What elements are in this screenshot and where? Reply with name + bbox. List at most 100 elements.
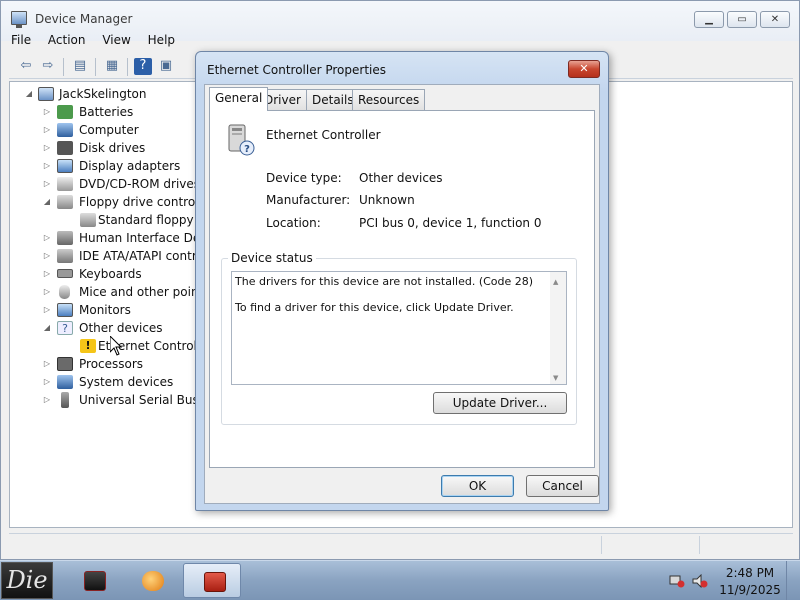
tree-root[interactable]: ◢ JackSkelington — [24, 86, 224, 104]
device-name: Ethernet Controller — [266, 128, 381, 142]
status-divider — [601, 536, 602, 554]
minimize-button[interactable]: ▁ — [694, 11, 724, 28]
collapsed-arrow-icon[interactable]: ▷ — [42, 303, 52, 317]
expanded-arrow-icon[interactable]: ◢ — [42, 321, 52, 335]
show-hide-tree-icon[interactable]: ▤ — [71, 58, 89, 75]
tree-item-hid[interactable]: ▷ Human Interface Devices — [42, 230, 196, 248]
floppy-controller-icon — [57, 195, 73, 209]
status-line: To find a driver for this device, click … — [235, 301, 514, 314]
start-button[interactable]: Die — [1, 562, 53, 599]
tree-item-floppy-disk-controller[interactable]: Standard floppy disk controller — [80, 212, 196, 230]
toolbar-separator — [63, 58, 64, 76]
dialog-close-button[interactable]: ✕ — [568, 60, 600, 78]
expanded-arrow-icon[interactable]: ◢ — [42, 195, 52, 209]
collapsed-arrow-icon[interactable]: ▷ — [42, 357, 52, 371]
tree-item-label: Display adapters — [79, 159, 181, 173]
toolbar-separator — [95, 58, 96, 76]
mouse-cursor-icon — [110, 336, 122, 356]
tree-item-label: Processors — [79, 357, 144, 371]
tree-item-monitors[interactable]: ▷ Monitors — [42, 302, 196, 320]
clock-time[interactable]: 2:48 PM — [712, 566, 788, 580]
console-tree-icon[interactable]: ▣ — [157, 58, 175, 75]
title-bar[interactable]: Device Manager ▁ ▭ ✕ — [1, 1, 799, 33]
tree-item-label: IDE ATA/ATAPI controllers — [79, 249, 196, 263]
back-arrow-icon[interactable]: ⇦ — [17, 58, 35, 75]
forward-arrow-icon[interactable]: ⇨ — [39, 58, 57, 75]
tree-item-label: System devices — [79, 375, 174, 389]
usb-icon — [61, 392, 69, 408]
tree-item-ide-controllers[interactable]: ▷ IDE ATA/ATAPI controllers — [42, 248, 196, 266]
show-desktop-button[interactable] — [786, 561, 800, 600]
processor-icon — [57, 357, 73, 371]
menu-help[interactable]: Help — [148, 33, 175, 47]
ok-button[interactable]: OK — [441, 475, 514, 497]
collapsed-arrow-icon[interactable]: ▷ — [42, 159, 52, 173]
tree-item-usb-controllers[interactable]: ▷ Universal Serial Bus controllers — [42, 392, 196, 410]
tree-item-label: Standard floppy disk controller — [98, 213, 196, 227]
system-device-icon — [57, 375, 73, 389]
monitor-icon — [57, 303, 73, 317]
tree-item-label: Monitors — [79, 303, 131, 317]
taskbar: Die 2:48 PM 11/9/2025 — [0, 560, 800, 600]
menu-view[interactable]: View — [102, 33, 130, 47]
status-divider — [699, 536, 700, 554]
hid-icon — [57, 231, 73, 245]
tree-item-label: Other devices — [79, 321, 163, 335]
tree-item-system-devices[interactable]: ▷ System devices — [42, 374, 196, 392]
tree-item-label: DVD/CD-ROM drives — [79, 177, 201, 191]
collapsed-arrow-icon[interactable]: ▷ — [42, 267, 52, 281]
computer-icon — [57, 123, 73, 137]
menu-file[interactable]: File — [11, 33, 31, 47]
menu-action[interactable]: Action — [48, 33, 86, 47]
tab-resources[interactable]: Resources — [352, 89, 426, 110]
tree-item-dvd-drives[interactable]: ▷ DVD/CD-ROM drives — [42, 176, 212, 194]
tree-item-display-adapters[interactable]: ▷ Display adapters — [42, 158, 212, 176]
expanded-arrow-icon[interactable]: ◢ — [24, 87, 34, 101]
tree-item-keyboards[interactable]: ▷ Keyboards — [42, 266, 196, 284]
disk-drive-icon — [57, 141, 73, 155]
maximize-button[interactable]: ▭ — [727, 11, 757, 28]
clock-date[interactable]: 11/9/2025 — [712, 583, 788, 597]
svg-text:?: ? — [244, 144, 250, 155]
tree-item-ethernet-controller[interactable]: ! Ethernet Controller — [80, 338, 196, 356]
collapsed-arrow-icon[interactable]: ▷ — [42, 123, 52, 137]
scroll-down-icon[interactable]: ▼ — [553, 371, 558, 386]
unknown-device-icon: ? — [228, 124, 255, 156]
warning-icon: ! — [80, 339, 96, 353]
tree-item-floppy-controllers[interactable]: ◢ Floppy drive controllers — [42, 194, 220, 212]
properties-icon[interactable]: ▦ — [103, 58, 121, 75]
status-scrollbar[interactable]: ▲ ▼ — [550, 272, 566, 384]
tab-general[interactable]: General — [209, 87, 269, 111]
mouse-icon — [59, 285, 70, 299]
tree-item-computer[interactable]: ▷ Computer — [42, 122, 212, 140]
media-app-icon — [84, 571, 106, 591]
help-icon[interactable]: ? — [134, 58, 152, 75]
update-driver-button[interactable]: Update Driver... — [433, 392, 567, 414]
scroll-up-icon[interactable]: ▲ — [553, 275, 558, 290]
taskbar-device-manager[interactable] — [183, 563, 241, 598]
device-status-legend: Device status — [228, 251, 316, 265]
tree-item-disk-drives[interactable]: ▷ Disk drives — [42, 140, 212, 158]
collapsed-arrow-icon[interactable]: ▷ — [42, 141, 52, 155]
taskbar-media-player[interactable] — [122, 563, 180, 598]
computer-icon — [38, 87, 54, 101]
collapsed-arrow-icon[interactable]: ▷ — [42, 249, 52, 263]
cancel-button[interactable]: Cancel — [526, 475, 599, 497]
collapsed-arrow-icon[interactable]: ▷ — [42, 375, 52, 389]
collapsed-arrow-icon[interactable]: ▷ — [42, 231, 52, 245]
collapsed-arrow-icon[interactable]: ▷ — [42, 285, 52, 299]
tree-item-batteries[interactable]: ▷ Batteries — [42, 104, 212, 122]
close-button[interactable]: ✕ — [760, 11, 790, 28]
collapsed-arrow-icon[interactable]: ▷ — [42, 177, 52, 191]
collapsed-arrow-icon[interactable]: ▷ — [42, 393, 52, 407]
collapsed-arrow-icon[interactable]: ▷ — [42, 105, 52, 119]
network-error-icon[interactable] — [669, 575, 685, 588]
tree-item-mice[interactable]: ▷ Mice and other pointing devices — [42, 284, 196, 302]
keyboard-icon — [57, 269, 73, 278]
tree-item-label: Disk drives — [79, 141, 146, 155]
device-status-textbox[interactable]: The drivers for this device are not inst… — [231, 271, 567, 385]
volume-muted-icon[interactable] — [692, 574, 708, 588]
tree-item-processors[interactable]: ▷ Processors — [42, 356, 196, 374]
taskbar-media-app[interactable] — [64, 563, 122, 598]
device-status-group: Device status The drivers for this devic… — [221, 251, 577, 425]
